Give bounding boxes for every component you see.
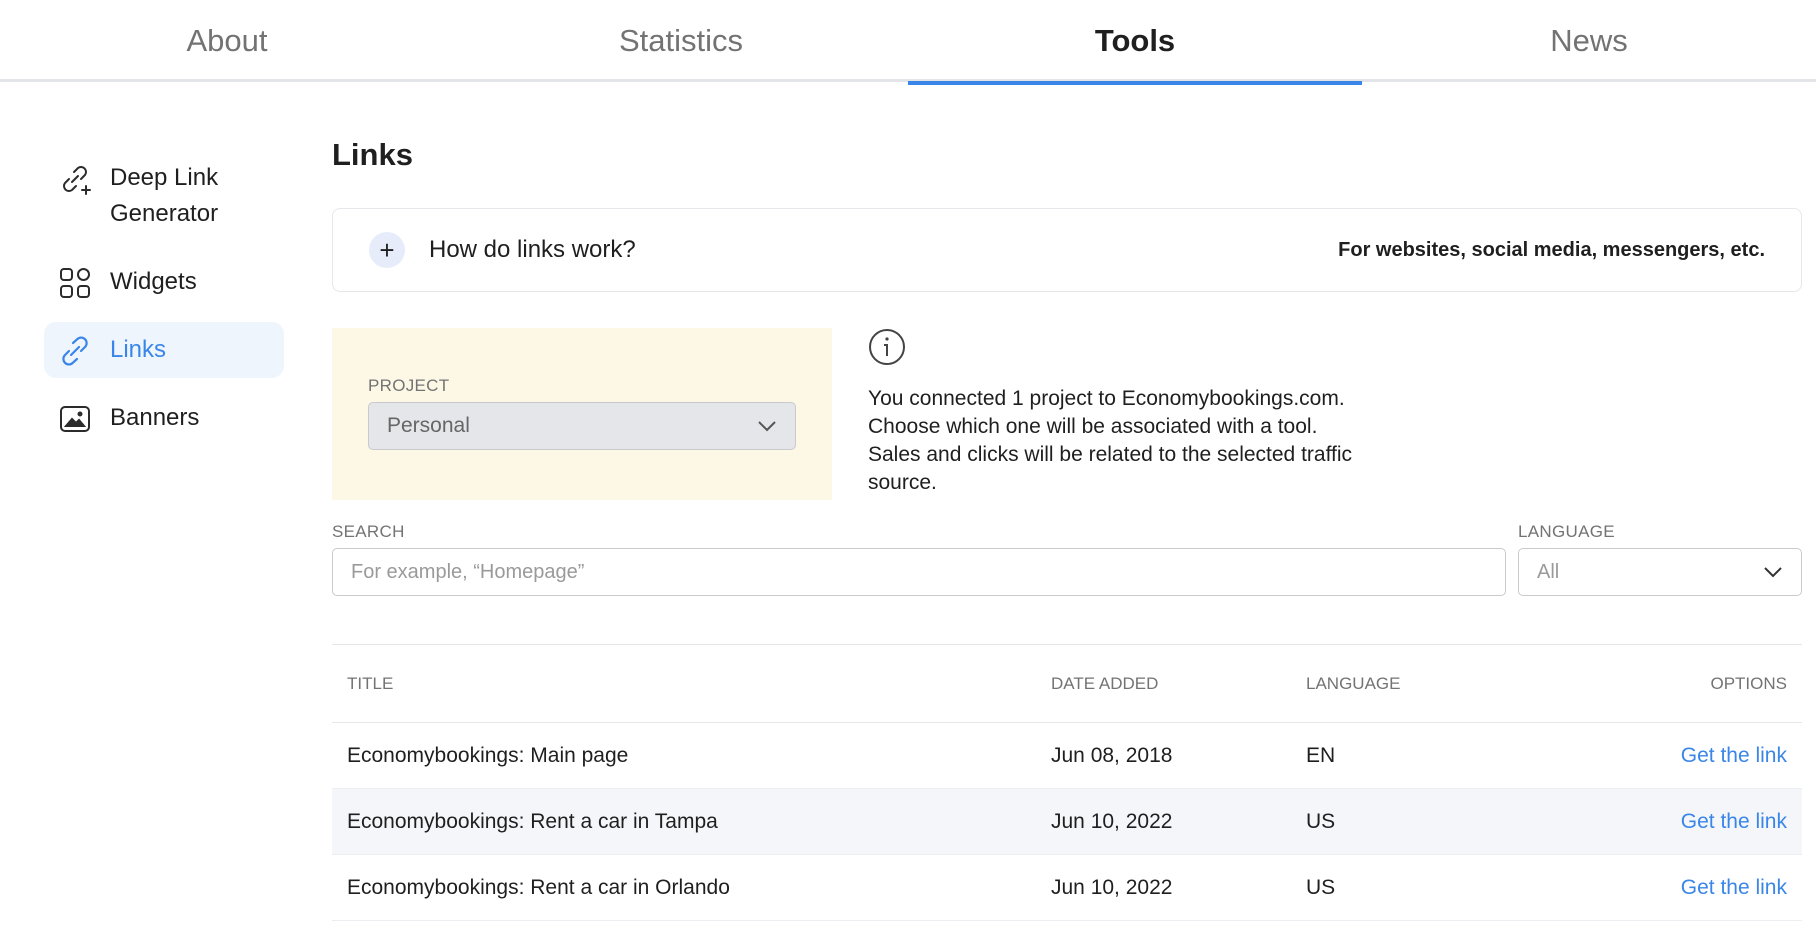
header-language: LANGUAGE xyxy=(1306,673,1401,693)
info-icon xyxy=(869,329,905,365)
header-title: TITLE xyxy=(347,673,394,693)
sidebar-item-label: Banners xyxy=(110,404,200,431)
links-table: TITLE DATE ADDED LANGUAGE OPTIONS Econom… xyxy=(332,644,1802,921)
row-language: EN xyxy=(1306,743,1336,767)
chevron-down-icon xyxy=(758,421,776,432)
table-row: Economybookings: Main page Jun 08, 2018 … xyxy=(332,723,1802,789)
sidebar-item-label: Links xyxy=(110,336,167,363)
table-row: Economybookings: Rent a car in Orlando J… xyxy=(332,855,1802,921)
sidebar-item-label: Deep Link Generator xyxy=(110,164,219,227)
sidebar: Deep Link Generator Widgets Links Banner… xyxy=(44,150,284,458)
search-input-wrap xyxy=(332,548,1506,596)
language-select[interactable]: All xyxy=(1518,548,1802,596)
project-label: PROJECT xyxy=(368,376,450,395)
row-date: Jun 10, 2022 xyxy=(1051,875,1173,899)
top-tabs: About Statistics Tools News xyxy=(0,0,1816,85)
info-line: Choose which one will be associated with… xyxy=(868,415,1318,438)
row-title: Economybookings: Rent a car in Orlando xyxy=(347,875,730,899)
language-select-value: All xyxy=(1537,560,1560,583)
sidebar-item-banners[interactable]: Banners xyxy=(44,390,284,446)
info-line: You connected 1 project to Economybookin… xyxy=(868,387,1345,410)
get-link-button[interactable]: Get the link xyxy=(1681,744,1787,767)
row-title: Economybookings: Main page xyxy=(347,743,629,767)
language-label: LANGUAGE xyxy=(1518,522,1615,541)
search-filter: SEARCH xyxy=(332,522,1506,596)
tab-statistics[interactable]: Statistics xyxy=(454,0,908,82)
image-icon xyxy=(60,406,90,432)
header-options: OPTIONS xyxy=(1710,673,1787,693)
tab-tools[interactable]: Tools xyxy=(908,0,1362,85)
link-icon xyxy=(62,336,88,366)
get-link-button[interactable]: Get the link xyxy=(1681,876,1787,899)
how-links-work-accordion[interactable]: + How do links work? For websites, socia… xyxy=(332,208,1802,292)
sidebar-item-deep-link-generator[interactable]: Deep Link Generator xyxy=(44,150,284,242)
search-input[interactable] xyxy=(351,560,1487,584)
link-plus-icon xyxy=(63,166,91,195)
accordion-title: How do links work? xyxy=(429,236,636,263)
get-link-button[interactable]: Get the link xyxy=(1681,810,1787,833)
filters: SEARCH LANGUAGE All xyxy=(332,522,1802,596)
info-line: Sales and clicks will be related to the … xyxy=(868,443,1353,466)
sidebar-item-links[interactable]: Links xyxy=(44,322,284,378)
row-date: Jun 08, 2018 xyxy=(1051,743,1173,767)
accordion-note: For websites, social media, messengers, … xyxy=(1338,238,1765,261)
project-select[interactable]: Personal xyxy=(368,402,796,450)
chevron-down-icon xyxy=(1764,567,1782,578)
row-language: US xyxy=(1306,809,1336,833)
sidebar-item-widgets[interactable]: Widgets xyxy=(44,254,284,310)
project-box: PROJECT Personal xyxy=(332,328,832,500)
main-content: Links + How do links work? For websites,… xyxy=(332,130,1802,921)
row-date: Jun 10, 2022 xyxy=(1051,809,1173,833)
language-filter: LANGUAGE All xyxy=(1518,522,1802,596)
table-row: Economybookings: Rent a car in Tampa Jun… xyxy=(332,789,1802,855)
tab-about[interactable]: About xyxy=(0,0,454,82)
search-label: SEARCH xyxy=(332,522,405,541)
row-language: US xyxy=(1306,875,1336,899)
header-date-added: DATE ADDED xyxy=(1051,673,1159,693)
sidebar-item-label: Widgets xyxy=(110,268,197,295)
widgets-grid-icon xyxy=(60,268,90,298)
info-block: You connected 1 project to Economybookin… xyxy=(868,328,1388,500)
plus-icon[interactable]: + xyxy=(369,232,405,268)
project-row: PROJECT Personal You connected 1 project… xyxy=(332,328,1802,500)
table-header: TITLE DATE ADDED LANGUAGE OPTIONS xyxy=(332,645,1802,723)
page-title: Links xyxy=(332,137,413,172)
tab-news[interactable]: News xyxy=(1362,0,1816,82)
row-title: Economybookings: Rent a car in Tampa xyxy=(347,809,718,833)
info-line: source. xyxy=(868,471,937,494)
project-select-value: Personal xyxy=(387,414,470,437)
